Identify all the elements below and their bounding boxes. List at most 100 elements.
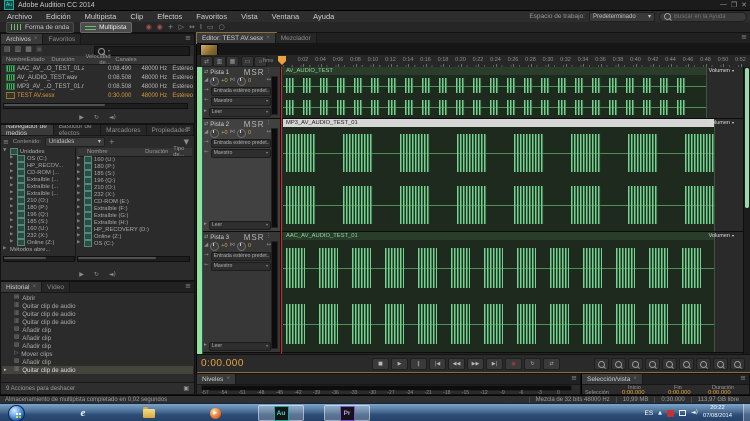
tree-item[interactable]: ▶OS (C:): [3, 155, 75, 162]
track-menu-icon[interactable]: ⋮: [266, 234, 272, 240]
automation-expand-icon[interactable]: ▸: [204, 343, 207, 349]
list-hscrollbar[interactable]: [77, 256, 190, 262]
zoom-tool-button[interactable]: [645, 358, 660, 370]
clip-label[interactable]: MP3_AV_AUDIO_TEST_01: [283, 119, 714, 127]
menu-item[interactable]: Ayuda: [306, 12, 341, 21]
history-item[interactable]: ▥Quitar clip de audio: [2, 310, 193, 318]
list-view-icon[interactable]: ≡: [3, 139, 9, 146]
tab-editor-session[interactable]: Editor: TEST AV.sesx×: [197, 33, 276, 43]
drive-row[interactable]: ▶HP_RECOVERY (D:): [77, 226, 192, 233]
menu-item[interactable]: Clip: [123, 12, 150, 21]
track-output-dropdown[interactable]: Maestro▾: [211, 262, 271, 271]
snap-clips-icon[interactable]: ▭: [241, 56, 254, 67]
panel-menu-icon[interactable]: ≡: [185, 126, 191, 133]
track-clip-zone[interactable]: AV_AUDIO_TESTVolumen▾: [282, 67, 744, 118]
loop-button[interactable]: ↻: [524, 358, 541, 370]
files-hscrollbar[interactable]: [3, 103, 188, 109]
taskbar-button-internet-explorer[interactable]: e: [60, 405, 106, 421]
track-m-button[interactable]: M: [244, 233, 251, 242]
to-start-button[interactable]: |◀: [429, 358, 446, 370]
tree-hscrollbar[interactable]: [3, 256, 75, 262]
zoom-tool-button[interactable]: [713, 358, 728, 370]
stop-button[interactable]: ■: [372, 358, 389, 370]
autoplay-speaker-icon[interactable]: ◄): [109, 115, 116, 121]
taskbar-button-premiere[interactable]: Pr: [324, 405, 370, 421]
drive-row[interactable]: ▶185 (S:): [77, 170, 192, 177]
file-row[interactable]: MP3_AV_..O_TEST_01.mp30:08.50848000 HzEs…: [2, 82, 193, 91]
menu-item[interactable]: Favoritos: [189, 12, 234, 21]
open-file-icon[interactable]: ▤: [4, 46, 11, 53]
clip-label[interactable]: AV_AUDIO_TEST: [283, 67, 706, 75]
taskbar-button-media-player[interactable]: ▶: [192, 405, 238, 421]
volume-knob[interactable]: [210, 77, 219, 86]
audio-clip[interactable]: MP3_AV_AUDIO_TEST_01: [283, 119, 715, 231]
lasso-tool-icon[interactable]: ○: [219, 24, 225, 31]
time-selection-tool-icon[interactable]: I: [200, 24, 202, 31]
marquee-tool-icon[interactable]: ▭: [207, 24, 214, 31]
drive-row[interactable]: ▶Extraíble (H:): [77, 219, 192, 226]
track-r-button[interactable]: R: [258, 120, 264, 129]
drive-row[interactable]: ▶232 (X:): [77, 191, 192, 198]
slip-tool-icon[interactable]: ⇔: [189, 24, 195, 31]
history-item[interactable]: ▧Añadir clip: [2, 326, 193, 334]
clip-automation-label[interactable]: Volumen▾: [709, 68, 734, 74]
move-tool-icon[interactable]: +: [168, 24, 174, 31]
minimize-button[interactable]: —: [720, 1, 727, 9]
file-row[interactable]: TEST AV.sesx0:30.00048000 HzEstéreo: [2, 91, 193, 100]
help-search-input[interactable]: [674, 14, 738, 20]
maximize-button[interactable]: ❐: [731, 1, 737, 9]
automation-mode-dropdown[interactable]: Leer▾: [209, 108, 271, 117]
tree-item[interactable]: ▶Extraíble (...: [3, 183, 75, 190]
panel-menu-icon[interactable]: ≡: [185, 35, 191, 42]
menu-item[interactable]: Multipista: [78, 12, 124, 21]
tab-navegador-de-medios[interactable]: Navegador de medios: [1, 125, 54, 135]
tab-favoritos[interactable]: Favoritos: [43, 34, 81, 44]
tab-niveles[interactable]: Niveles×: [197, 374, 236, 384]
speaker-tool-icon[interactable]: ◉: [146, 24, 152, 31]
tree-item[interactable]: ▶Extraíble (...: [3, 190, 75, 197]
speaker-icon[interactable]: ◄): [691, 410, 698, 416]
track-output-dropdown[interactable]: Maestro▾: [211, 97, 271, 106]
pan-knob[interactable]: [237, 242, 246, 251]
zoom-tool-button[interactable]: [730, 358, 745, 370]
taskbar-button-audition[interactable]: Au: [258, 405, 304, 421]
trash-icon[interactable]: ▣: [183, 386, 189, 392]
mix-format[interactable]: Mezcla de 32 bits 48000 Hz: [529, 397, 616, 403]
play-icon[interactable]: ▶: [79, 272, 84, 278]
track-clip-zone[interactable]: AAC_AV_AUDIO_TEST_01Volumen▾: [282, 232, 744, 352]
filter-icon[interactable]: ▼: [184, 139, 189, 146]
drive-row[interactable]: ▶180 (P:): [77, 163, 192, 170]
taskbar-button-windows-explorer[interactable]: [126, 405, 172, 421]
history-item[interactable]: ▤Abrir: [2, 294, 193, 302]
audio-clip[interactable]: AV_AUDIO_TEST: [283, 67, 707, 118]
automation-mode-dropdown[interactable]: Leer▾: [209, 342, 271, 351]
track-menu-icon[interactable]: ⋮: [266, 121, 272, 127]
right-scrollbar[interactable]: [743, 67, 750, 354]
zoom-tool-button[interactable]: [628, 358, 643, 370]
drive-row[interactable]: ▶OS (C:): [77, 240, 192, 247]
new-file-icon[interactable]: ▦: [25, 46, 32, 53]
track-clip-zone[interactable]: MP3_AV_AUDIO_TEST_01Volumen▾: [282, 119, 744, 231]
tree-item[interactable]: ▶232 (X:): [3, 232, 75, 239]
menu-item[interactable]: Ventana: [265, 12, 307, 21]
left-scrollbar[interactable]: [197, 67, 203, 354]
track-s-button[interactable]: S: [251, 233, 256, 242]
loop-toggle-icon[interactable]: ⇄: [200, 56, 213, 67]
window-tray-icon[interactable]: [679, 410, 686, 416]
menu-item[interactable]: Archivo: [0, 12, 39, 21]
track-s-button[interactable]: S: [251, 120, 256, 129]
fast-forward-button[interactable]: ▶▶: [467, 358, 484, 370]
track-r-button[interactable]: R: [258, 68, 264, 77]
history-item[interactable]: ▧Añadir clip: [2, 342, 193, 350]
zoom-tool-button[interactable]: [594, 358, 609, 370]
play-icon[interactable]: ▶: [79, 115, 84, 121]
loop-icon[interactable]: ↻: [94, 115, 99, 121]
track-m-button[interactable]: M: [244, 68, 251, 77]
insert-icon[interactable]: ▥: [213, 56, 226, 67]
loop-icon[interactable]: ↻: [94, 272, 99, 278]
panel-menu-icon[interactable]: ≡: [741, 34, 747, 41]
panel-menu-icon[interactable]: ≡: [185, 283, 191, 290]
monitor-tool-icon[interactable]: ◉: [157, 24, 163, 31]
grid-icon[interactable]: ▦: [226, 56, 239, 67]
razor-tool-icon[interactable]: ▷: [179, 24, 184, 31]
